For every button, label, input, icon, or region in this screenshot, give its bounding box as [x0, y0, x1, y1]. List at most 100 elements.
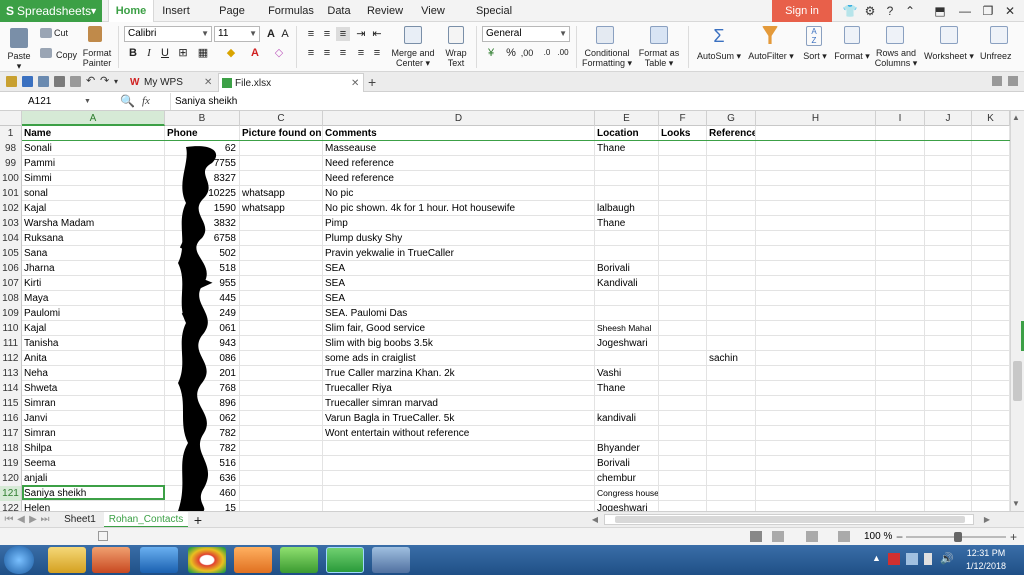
cell-border-icon[interactable]: ▦ — [196, 46, 210, 60]
formula-input[interactable]: Saniya sheikh — [170, 93, 1010, 110]
cell-k[interactable] — [972, 426, 1010, 441]
align-middle-icon[interactable]: ≡ — [320, 27, 334, 41]
cell-a[interactable]: Maya — [22, 291, 165, 306]
cell-d[interactable]: some ads in craiglist — [323, 351, 595, 366]
cell-c[interactable] — [240, 441, 323, 456]
cell-g[interactable] — [707, 231, 756, 246]
decrease-decimal-icon[interactable]: .00 — [556, 46, 570, 60]
wrap-text-button[interactable]: Wrap Text — [440, 48, 472, 68]
zoom-out-icon[interactable]: − — [896, 530, 903, 544]
close-tab-icon[interactable]: ✕ — [204, 73, 212, 92]
chrome-icon[interactable] — [188, 547, 226, 573]
cell-c[interactable] — [240, 486, 323, 501]
cell-k[interactable] — [972, 246, 1010, 261]
cell-a[interactable]: Kajal — [22, 201, 165, 216]
zoom-slider-handle[interactable] — [954, 532, 962, 542]
cell-f[interactable] — [659, 501, 707, 511]
cell-d[interactable]: SEA — [323, 291, 595, 306]
column-header-j[interactable]: J — [925, 111, 972, 126]
cell-a[interactable]: sonal — [22, 186, 165, 201]
format-painter-icon[interactable] — [88, 26, 102, 42]
cell-d[interactable]: No pic — [323, 186, 595, 201]
last-sheet-icon[interactable]: ⏭ — [40, 512, 50, 528]
cell-g[interactable] — [707, 501, 756, 511]
row-number[interactable]: 104 — [0, 231, 22, 246]
cell-e[interactable] — [595, 186, 659, 201]
settings-icon[interactable]: ⚙ — [860, 0, 880, 22]
app-menu-button[interactable]: S Spreadsheets ▼ — [0, 0, 102, 22]
cell-k[interactable] — [972, 231, 1010, 246]
cell-i[interactable] — [876, 276, 925, 291]
cell-e[interactable]: Location — [595, 126, 659, 141]
next-sheet-icon[interactable]: ▶ — [28, 512, 38, 528]
cell-e[interactable] — [595, 306, 659, 321]
cell-f[interactable]: Looks — [659, 126, 707, 141]
cell-h[interactable] — [756, 216, 876, 231]
row-number[interactable]: 101 — [0, 186, 22, 201]
cell-a[interactable]: Simran — [22, 396, 165, 411]
cell-e[interactable] — [595, 396, 659, 411]
column-header-g[interactable]: G — [707, 111, 756, 126]
select-all-corner[interactable] — [0, 111, 22, 126]
cell-c[interactable] — [240, 306, 323, 321]
cell-e[interactable] — [595, 171, 659, 186]
cell-g[interactable]: sachin — [707, 351, 756, 366]
cell-d[interactable]: SEA. Paulomi Das — [323, 306, 595, 321]
vertical-scroll-thumb[interactable] — [1013, 361, 1022, 401]
align-left-icon[interactable]: ≡ — [304, 46, 318, 60]
cell-c[interactable] — [240, 276, 323, 291]
row-number[interactable]: 103 — [0, 216, 22, 231]
cell-a[interactable]: Warsha Madam — [22, 216, 165, 231]
cell-k[interactable] — [972, 306, 1010, 321]
row-number[interactable]: 100 — [0, 171, 22, 186]
scroll-down-icon[interactable]: ▼ — [1012, 499, 1020, 508]
tab-page-layout[interactable]: Page Layout — [202, 0, 262, 39]
freeze-panes-icon[interactable] — [990, 26, 1008, 44]
copy-button[interactable]: Copy — [56, 50, 77, 60]
cell-k[interactable] — [972, 216, 1010, 231]
row-number[interactable]: 106 — [0, 261, 22, 276]
cell-j[interactable] — [925, 276, 972, 291]
cell-i[interactable] — [876, 321, 925, 336]
cell-g[interactable] — [707, 366, 756, 381]
align-bottom-icon[interactable]: ≡ — [336, 27, 350, 41]
cell-i[interactable] — [876, 381, 925, 396]
cell-j[interactable] — [925, 426, 972, 441]
cell-e[interactable]: kandivali — [595, 411, 659, 426]
cell-e[interactable]: lalbaugh — [595, 201, 659, 216]
cell-a[interactable]: Simran — [22, 426, 165, 441]
cell-i[interactable] — [876, 366, 925, 381]
row-number[interactable]: 99 — [0, 156, 22, 171]
cell-k[interactable] — [972, 171, 1010, 186]
cell-g[interactable] — [707, 456, 756, 471]
cell-g[interactable] — [707, 486, 756, 501]
cell-h[interactable] — [756, 426, 876, 441]
cell-j[interactable] — [925, 246, 972, 261]
tab-my-wps[interactable]: W My WPS ✕ — [128, 73, 216, 92]
cell-j[interactable] — [925, 231, 972, 246]
scroll-left-icon[interactable]: ◀ — [590, 512, 600, 528]
cell-a[interactable]: Pammi — [22, 156, 165, 171]
cell-k[interactable] — [972, 351, 1010, 366]
cell-j[interactable] — [925, 171, 972, 186]
cell-c[interactable] — [240, 381, 323, 396]
help-icon[interactable]: ? — [880, 0, 900, 22]
cell-a[interactable]: Helen — [22, 501, 165, 511]
cell-e[interactable]: Thane — [595, 381, 659, 396]
cell-a[interactable]: anjali — [22, 471, 165, 486]
cell-k[interactable] — [972, 276, 1010, 291]
cell-k[interactable] — [972, 261, 1010, 276]
cell-h[interactable] — [756, 126, 876, 141]
cell-i[interactable] — [876, 126, 925, 141]
cell-f[interactable] — [659, 426, 707, 441]
sheet-tab-sheet1[interactable]: Sheet1 — [58, 512, 102, 528]
scroll-up-icon[interactable]: ▲ — [1012, 113, 1020, 122]
cell-i[interactable] — [876, 501, 925, 511]
cell-i[interactable] — [876, 396, 925, 411]
cell-i[interactable] — [876, 261, 925, 276]
cell-c[interactable] — [240, 291, 323, 306]
cell-h[interactable] — [756, 276, 876, 291]
merge-center-button[interactable]: Merge and Center ▾ — [390, 48, 436, 68]
insert-function-icon[interactable]: fx — [142, 93, 150, 110]
cell-c[interactable] — [240, 411, 323, 426]
